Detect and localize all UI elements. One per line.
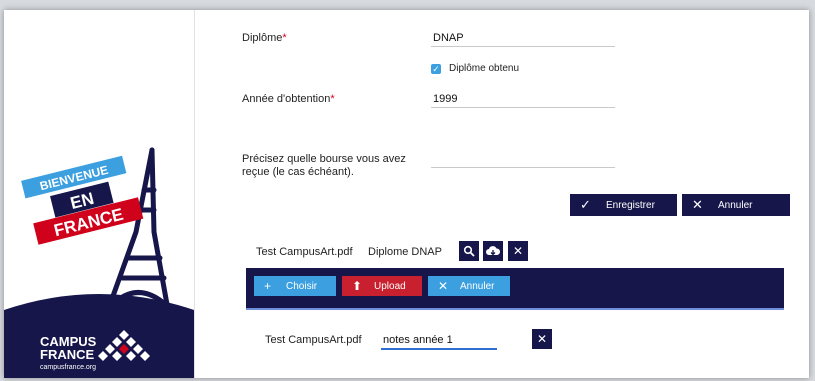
upload-button-label: Upload <box>374 280 406 292</box>
campus-url-text: campusfrance.org <box>40 364 96 371</box>
close-icon: ✕ <box>536 332 548 346</box>
choose-file-button[interactable]: + Choisir <box>254 276 336 296</box>
close-icon: ✕ <box>438 279 449 293</box>
annee-label-text: Année d'obtention <box>242 93 331 105</box>
bourse-label-line2: reçue (le cas échéant). <box>242 166 354 178</box>
cancel-button[interactable]: ✕ Annuler <box>682 194 790 216</box>
attachment-file-name: Test CampusArt.pdf <box>256 246 353 258</box>
form-content: Diplôme* DNAP ✓ Diplôme obtenu Année d'o… <box>195 10 809 378</box>
save-button-label: Enregistrer <box>606 199 655 211</box>
check-icon: ✓ <box>580 197 591 212</box>
diplome-value[interactable]: DNAP <box>433 32 464 44</box>
upload-toolbar: + Choisir ⬆ Upload ✕ Annuler <box>246 268 784 310</box>
campus-france-text: FRANCE <box>40 347 94 362</box>
attachment-doc-type: Diplome DNAP <box>368 246 442 258</box>
diplome-obtenu-checkbox[interactable]: ✓ <box>431 64 441 74</box>
pending-description-underline <box>381 348 497 350</box>
diplome-label: Diplôme* <box>242 32 287 44</box>
pending-file-name: Test CampusArt.pdf <box>265 334 362 346</box>
choose-file-label: Choisir <box>286 280 318 292</box>
upload-icon: ⬆ <box>352 279 363 293</box>
save-button[interactable]: ✓ Enregistrer <box>570 194 677 216</box>
cancel-upload-button[interactable]: ✕ Annuler <box>428 276 510 296</box>
annee-label: Année d'obtention* <box>242 93 335 105</box>
download-attachment-button[interactable] <box>483 241 503 261</box>
app-window: BIENVENUE EN FRANCE CAMPUS FRANCE campus… <box>4 10 809 378</box>
cancel-button-label: Annuler <box>718 199 753 211</box>
cloud-download-icon <box>486 246 500 256</box>
bourse-underline <box>431 167 615 168</box>
pending-description-input[interactable]: notes année 1 <box>383 334 453 346</box>
bourse-label-line1: Précisez quelle bourse vous avez <box>242 153 406 165</box>
plus-icon: + <box>264 279 272 293</box>
required-mark: * <box>330 93 335 105</box>
diplome-obtenu-label: Diplôme obtenu <box>449 63 520 74</box>
search-icon <box>463 245 475 257</box>
annee-underline <box>431 107 615 108</box>
delete-attachment-button[interactable]: ✕ <box>508 241 528 261</box>
required-mark: * <box>282 32 287 44</box>
cancel-upload-label: Annuler <box>460 280 495 292</box>
close-icon: ✕ <box>692 197 703 212</box>
close-icon: ✕ <box>512 244 524 258</box>
campus-france-logo: BIENVENUE EN FRANCE CAMPUS FRANCE campus… <box>4 147 194 378</box>
upload-button[interactable]: ⬆ Upload <box>342 276 422 296</box>
diplome-underline <box>431 46 615 47</box>
annee-value[interactable]: 1999 <box>433 93 457 105</box>
remove-pending-file-button[interactable]: ✕ <box>532 329 552 349</box>
sidebar: BIENVENUE EN FRANCE CAMPUS FRANCE campus… <box>4 10 195 378</box>
view-attachment-button[interactable] <box>459 241 479 261</box>
diplome-label-text: Diplôme <box>242 32 283 44</box>
